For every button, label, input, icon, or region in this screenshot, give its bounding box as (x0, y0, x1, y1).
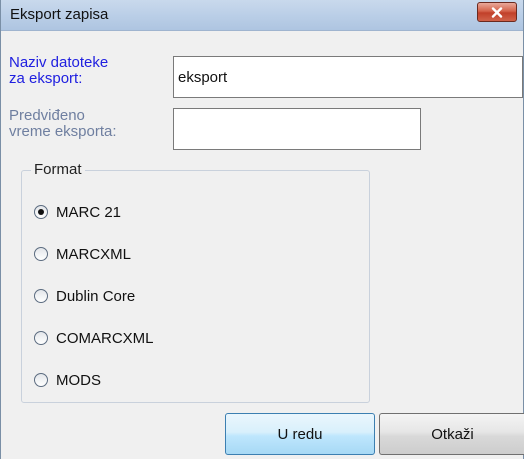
filename-input[interactable] (173, 56, 523, 98)
radio-comarcxml[interactable]: COMARCXML (34, 328, 154, 348)
window-title: Eksport zapisa (10, 6, 109, 23)
title-bar[interactable]: Eksport zapisa (1, 0, 523, 31)
radio-label: Dublin Core (56, 287, 136, 305)
close-icon (491, 6, 503, 18)
filename-label: Naziv datoteke za eksport: (9, 54, 109, 87)
ok-button[interactable]: U redu (225, 413, 375, 455)
radio-label: MARC 21 (56, 203, 122, 221)
estimated-time-label: Predviđeno vreme eksporta: (9, 107, 117, 140)
radio-label: MARCXML (56, 245, 132, 263)
radio-button[interactable] (34, 373, 48, 387)
radio-button[interactable] (34, 205, 48, 219)
cancel-button[interactable]: Otkaži (379, 413, 524, 455)
radio-dublin-core[interactable]: Dublin Core (34, 286, 135, 306)
radio-button[interactable] (34, 289, 48, 303)
close-button[interactable] (477, 2, 517, 22)
radio-button[interactable] (34, 331, 48, 345)
export-dialog: Eksport zapisa Naziv datoteke za eksport… (0, 0, 524, 459)
radio-button[interactable] (34, 247, 48, 261)
radio-label: MODS (56, 371, 101, 389)
radio-marcxml[interactable]: MARCXML (34, 244, 131, 264)
radio-label: COMARCXML (56, 329, 154, 347)
estimated-time-input[interactable] (173, 108, 421, 150)
format-legend: Format (31, 161, 85, 178)
radio-mods[interactable]: MODS (34, 370, 101, 390)
radio-marc21[interactable]: MARC 21 (34, 202, 121, 222)
